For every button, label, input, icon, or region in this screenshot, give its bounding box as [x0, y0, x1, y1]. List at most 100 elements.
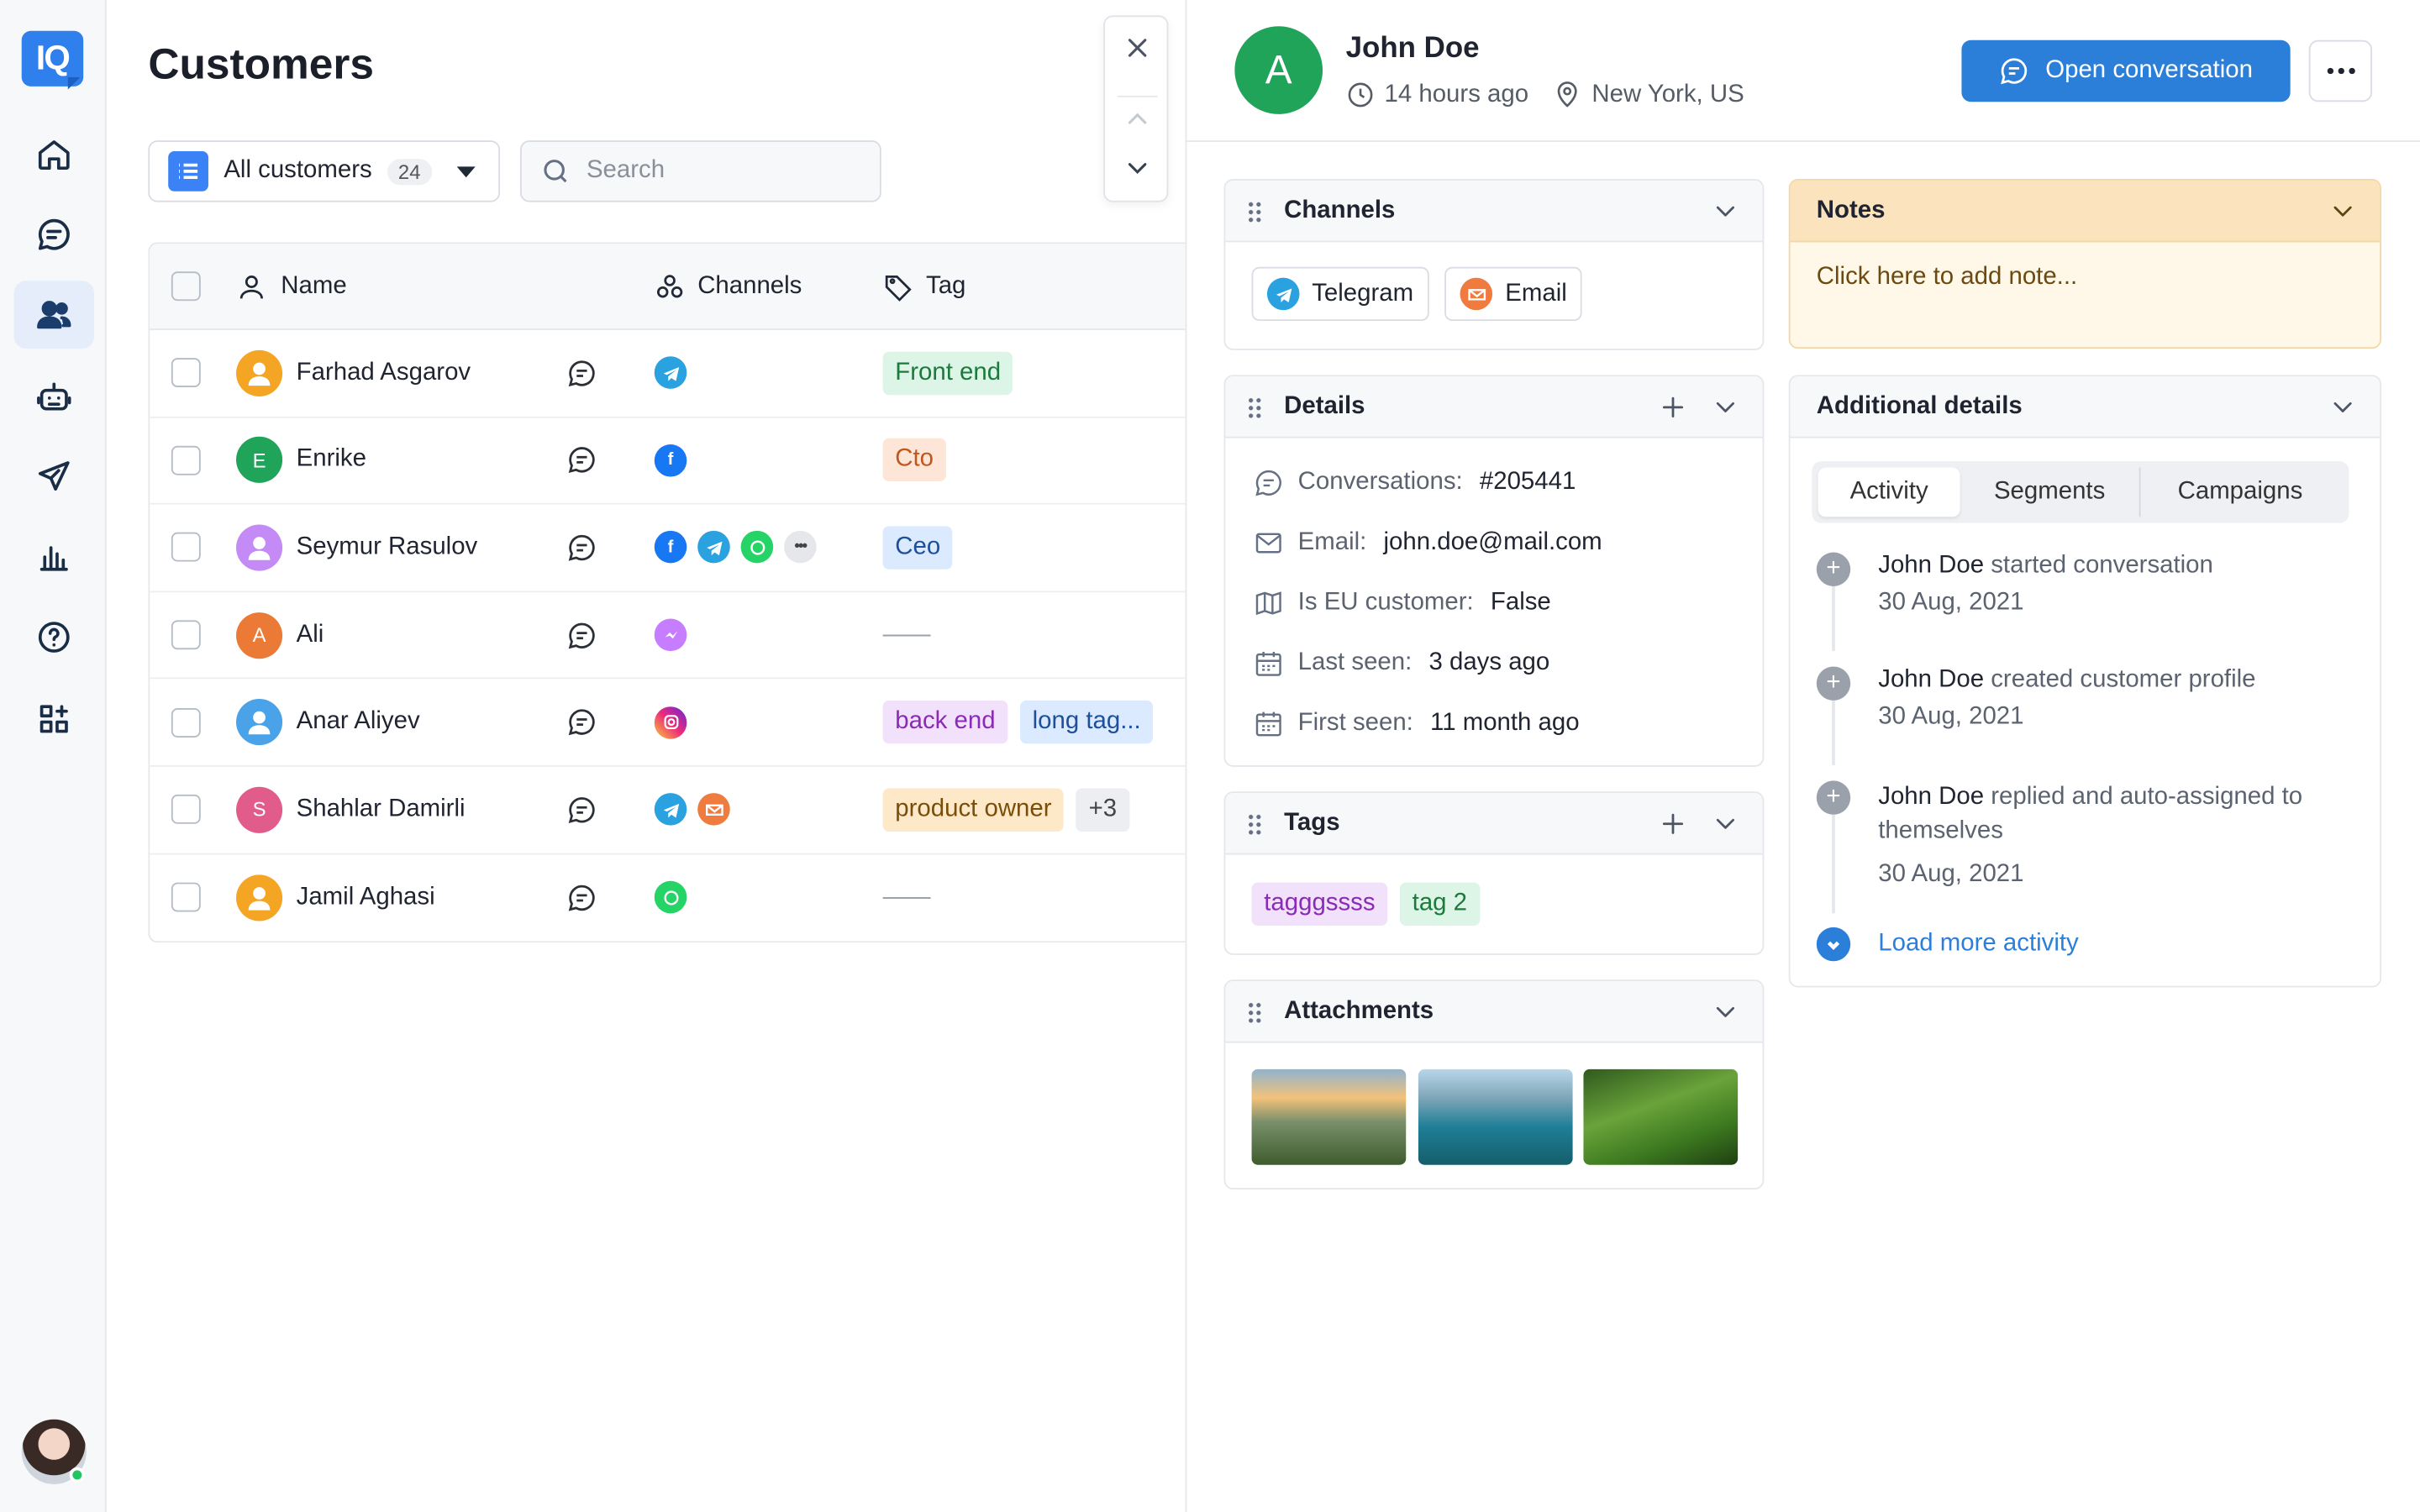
previous-record-button[interactable] — [1119, 100, 1156, 137]
open-chat-button[interactable] — [566, 445, 597, 476]
customer-name[interactable]: Enrike — [297, 447, 366, 475]
chevron-down-icon[interactable] — [2328, 195, 2359, 226]
table-row[interactable]: Jamil Aghasi —— — [150, 854, 1185, 942]
nav-reports[interactable] — [14, 523, 95, 591]
nav-home[interactable] — [14, 120, 95, 188]
search-box — [519, 140, 881, 202]
tab-campaigns[interactable]: Campaigns — [2139, 467, 2340, 517]
customer-name[interactable]: Jamil Aghasi — [297, 884, 435, 911]
attachment-thumbnail[interactable] — [1251, 1068, 1407, 1165]
customer-name: John Doe — [1345, 32, 1480, 66]
plus-circle-icon: + — [1816, 552, 1851, 586]
table-row[interactable]: E Enrike f Cto — [150, 417, 1186, 505]
plus-icon[interactable] — [1658, 391, 1689, 423]
table-row[interactable]: Farhad Asgarov Front end — [150, 330, 1186, 417]
row-checkbox[interactable] — [171, 795, 201, 825]
row-checkbox[interactable] — [171, 707, 201, 738]
column-tag[interactable]: Tag — [883, 270, 965, 302]
tag-chip[interactable]: Cto — [882, 438, 946, 482]
add-note-field[interactable]: Click here to add note... — [1791, 242, 2381, 312]
attachment-thumbnail[interactable] — [1583, 1068, 1739, 1165]
tags-card-header[interactable]: Tags — [1225, 793, 1763, 855]
chevron-down-icon[interactable] — [2328, 391, 2359, 423]
drag-handle-icon[interactable] — [1247, 812, 1263, 834]
chevron-down-icon[interactable] — [1710, 996, 1741, 1027]
tag-chip[interactable]: Front end — [882, 351, 1013, 395]
more-options-button[interactable] — [2308, 39, 2373, 102]
customer-name[interactable]: Farhad Asgarov — [297, 360, 471, 387]
nav-help[interactable] — [14, 603, 95, 671]
open-conversation-button[interactable]: Open conversation — [1961, 39, 2291, 102]
detail-value[interactable]: 11 month ago — [1430, 709, 1580, 737]
nav-customers[interactable] — [13, 281, 95, 349]
detail-value[interactable]: 3 days ago — [1428, 648, 1549, 676]
additional-details-header[interactable]: Additional details — [1790, 376, 2381, 438]
channels-card-header[interactable]: Channels — [1225, 180, 1763, 243]
tag-chip[interactable]: product owner — [882, 788, 1065, 832]
tag-chip[interactable]: back end — [882, 701, 1008, 744]
open-chat-button[interactable] — [566, 533, 597, 564]
row-checkbox[interactable] — [171, 620, 201, 650]
detail-value[interactable]: #205441 — [1480, 468, 1576, 496]
nav-bots[interactable] — [14, 363, 95, 431]
segment-filter-dropdown[interactable]: All customers 24 — [148, 140, 501, 202]
row-checkbox[interactable] — [171, 358, 201, 388]
chevron-down-icon[interactable] — [1710, 195, 1741, 226]
tag-chip[interactable]: tag 2 — [1399, 882, 1480, 927]
tab-activity[interactable]: Activity — [1818, 467, 1960, 517]
column-name[interactable]: Name — [236, 270, 347, 302]
customer-name[interactable]: Anar Aliyev — [297, 708, 420, 736]
row-checkbox[interactable] — [171, 445, 201, 475]
nav-campaigns[interactable] — [14, 443, 95, 511]
drag-handle-icon[interactable] — [1247, 199, 1263, 222]
table-row[interactable]: A Ali —— — [150, 592, 1186, 680]
table-row[interactable]: Anar Aliyev back end long tag... — [150, 680, 1186, 767]
channel-chip-telegram[interactable]: Telegram — [1251, 266, 1429, 322]
telegram-icon — [1266, 277, 1300, 311]
table-row[interactable]: Seymur Rasulov f ••• Ceo — [150, 505, 1186, 592]
open-chat-button[interactable] — [566, 707, 597, 738]
row-checkbox[interactable] — [171, 883, 201, 913]
tab-segments[interactable]: Segments — [1960, 468, 2139, 517]
close-panel-button[interactable] — [1119, 29, 1156, 66]
open-chat-button[interactable] — [566, 882, 597, 913]
tag-chip[interactable]: +3 — [1076, 788, 1129, 832]
details-card-header[interactable]: Details — [1225, 376, 1763, 438]
select-all-checkbox[interactable] — [171, 271, 201, 302]
chevron-down-icon[interactable] — [1710, 808, 1741, 839]
row-tags: —— — [883, 621, 931, 648]
open-chat-button[interactable] — [566, 794, 597, 825]
search-input[interactable] — [586, 157, 850, 186]
load-more-activity-link[interactable]: Load more activity — [1816, 927, 2079, 962]
channel-icons — [654, 356, 687, 390]
drag-handle-icon[interactable] — [1247, 396, 1263, 417]
channel-icons — [654, 881, 687, 914]
detail-value[interactable]: False — [1491, 589, 1551, 617]
row-checkbox[interactable] — [171, 533, 201, 563]
chat-icon — [568, 796, 595, 823]
customer-name[interactable]: Seymur Rasulov — [297, 533, 478, 561]
plus-icon[interactable] — [1658, 808, 1689, 839]
filter-label: All customers — [224, 157, 372, 184]
drag-handle-icon[interactable] — [1247, 1000, 1263, 1022]
customer-header: A John Doe 14 hours ago New York, US Ope… — [1186, 0, 2420, 142]
chevron-down-icon[interactable] — [1710, 391, 1741, 423]
detail-value[interactable]: john.doe@mail.com — [1384, 528, 1602, 556]
column-channels[interactable]: Channels — [655, 270, 802, 302]
open-chat-button[interactable] — [566, 620, 597, 651]
attachment-thumbnail[interactable] — [1418, 1068, 1573, 1165]
attachments-card-header[interactable]: Attachments — [1225, 981, 1763, 1043]
channel-chip-email[interactable]: Email — [1444, 266, 1583, 322]
tag-chip[interactable]: tagggssss — [1251, 882, 1388, 927]
table-row[interactable]: S Shahlar Damirli product owner +3 — [150, 767, 1186, 854]
nav-conversations[interactable] — [14, 201, 95, 269]
open-chat-button[interactable] — [566, 358, 597, 389]
tag-chip[interactable]: long tag... — [1019, 701, 1154, 744]
customer-name[interactable]: Shahlar Damirli — [297, 795, 466, 823]
notes-card-header[interactable]: Notes — [1790, 180, 2381, 243]
next-record-button[interactable] — [1119, 150, 1156, 186]
customer-name[interactable]: Ali — [297, 621, 324, 648]
nav-apps[interactable] — [14, 685, 95, 753]
tag-chip[interactable]: Ceo — [882, 526, 953, 570]
app-logo[interactable]: IQ — [21, 30, 84, 90]
